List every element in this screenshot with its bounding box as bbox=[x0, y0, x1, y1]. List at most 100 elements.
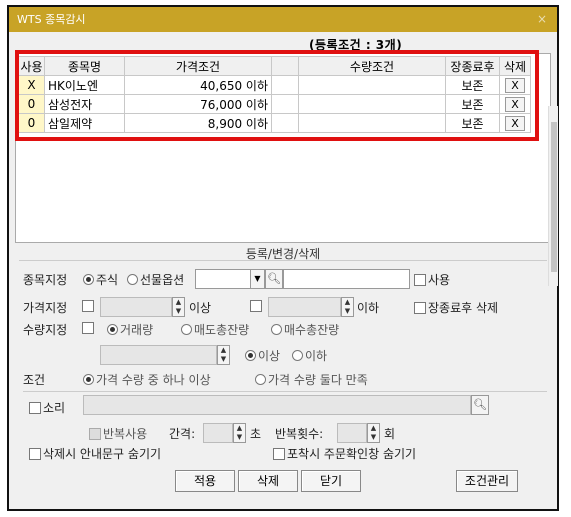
sound-file-field[interactable] bbox=[83, 395, 471, 415]
apply-button[interactable]: 적용 bbox=[175, 470, 235, 492]
search-icon[interactable]: 🔍︎ bbox=[265, 269, 283, 289]
interval-label: 간격: bbox=[169, 427, 196, 441]
radio-either-dot[interactable] bbox=[83, 374, 94, 385]
use-checkbox-label: 사용 bbox=[428, 273, 451, 287]
use-checkbox-box[interactable] bbox=[414, 274, 426, 286]
repeat-checkbox-box[interactable] bbox=[89, 428, 101, 440]
interval-stepper[interactable]: ▲ ▼ bbox=[233, 423, 246, 443]
repeat-checkbox[interactable]: 반복사용 bbox=[89, 425, 147, 442]
sound-checkbox-label: 소리 bbox=[43, 401, 66, 415]
row-use-flag[interactable]: 0 bbox=[18, 94, 45, 114]
radio-sell-total[interactable]: 매도총잔량 bbox=[181, 321, 249, 338]
row-after-close: 보존 bbox=[445, 113, 500, 133]
stock-code-combo[interactable]: ▼ bbox=[195, 269, 265, 289]
row-price-condition: 8,900 이하 bbox=[124, 113, 272, 133]
table-row[interactable]: 0 삼성전자 76,000 이하 보존 X bbox=[18, 94, 531, 114]
interval-field[interactable] bbox=[203, 423, 233, 443]
radio-stock-label: 주식 bbox=[96, 273, 119, 287]
row-delete-button[interactable]: X bbox=[505, 115, 525, 131]
price-below-checkbox[interactable] bbox=[250, 300, 262, 312]
repeat-count-stepper[interactable]: ▲ ▼ bbox=[367, 423, 380, 443]
sound-checkbox-box[interactable] bbox=[29, 402, 41, 414]
hide-delete-msg-box[interactable] bbox=[29, 448, 41, 460]
radio-qty-above-dot[interactable] bbox=[245, 350, 256, 361]
radio-both-condition[interactable]: 가격 수량 둘다 만족 bbox=[255, 371, 368, 388]
stock-name-field[interactable] bbox=[283, 269, 410, 289]
row-delete-button[interactable]: X bbox=[505, 77, 525, 93]
sound-checkbox[interactable]: 소리 bbox=[29, 399, 65, 416]
manage-conditions-button[interactable]: 조건관리 bbox=[456, 470, 518, 492]
above-label: 이상 bbox=[189, 301, 212, 315]
table-row[interactable]: X HK이노엔 40,650 이하 보존 X bbox=[18, 75, 531, 95]
grid-vertical-scrollbar[interactable] bbox=[548, 106, 558, 286]
row-delete-cell: X bbox=[499, 94, 531, 114]
row-delete-cell: X bbox=[499, 113, 531, 133]
close-icon[interactable]: × bbox=[537, 7, 547, 32]
after-close-delete-checkbox[interactable]: 장종료후 삭제 bbox=[414, 299, 498, 316]
title-bar: WTS 종목감시 × bbox=[9, 7, 557, 32]
radio-both-dot[interactable] bbox=[255, 374, 266, 385]
radio-volume[interactable]: 거래량 bbox=[107, 321, 153, 338]
price-select-label: 가격지정 bbox=[23, 301, 68, 315]
radio-buy-total[interactable]: 매수총잔량 bbox=[271, 321, 339, 338]
price-above-field[interactable] bbox=[100, 297, 172, 317]
row-delete-button[interactable]: X bbox=[505, 96, 525, 112]
hide-order-confirm-checkbox[interactable]: 포착시 주문확인창 숨기기 bbox=[273, 445, 416, 462]
row-blank bbox=[271, 75, 299, 95]
chevron-down-icon[interactable]: ▼ bbox=[250, 270, 264, 288]
row-blank bbox=[271, 113, 299, 133]
radio-futures-options[interactable]: 선물옵션 bbox=[127, 271, 184, 288]
header-after-close[interactable]: 장종료후 bbox=[445, 56, 500, 76]
row-after-close: 보존 bbox=[445, 94, 500, 114]
radio-buy-total-dot[interactable] bbox=[271, 324, 282, 335]
price-above-stepper[interactable]: ▲ ▼ bbox=[172, 297, 185, 317]
repeat-count-label: 반복횟수: bbox=[275, 427, 324, 441]
radio-qty-below-label: 이하 bbox=[305, 349, 328, 363]
radio-stock[interactable]: 주식 bbox=[83, 271, 118, 288]
radio-either-condition[interactable]: 가격 수량 중 하나 이상 bbox=[83, 371, 211, 388]
row-price-condition: 76,000 이하 bbox=[124, 94, 272, 114]
radio-qty-below[interactable]: 이하 bbox=[292, 347, 327, 364]
row-stock-name: 삼일제약 bbox=[44, 113, 125, 133]
qty-select-label: 수량지정 bbox=[23, 323, 68, 337]
row-use-flag[interactable]: X bbox=[18, 75, 45, 95]
grid-header-row: 사용 종목명 가격조건 수량조건 장종료후 삭제 bbox=[18, 56, 531, 76]
search-icon[interactable]: 🔍︎ bbox=[471, 395, 489, 415]
radio-qty-above[interactable]: 이상 bbox=[245, 347, 280, 364]
qty-checkbox[interactable] bbox=[82, 322, 94, 334]
row-use-flag[interactable]: 0 bbox=[18, 113, 45, 133]
qty-value-field[interactable] bbox=[100, 345, 217, 365]
radio-stock-dot[interactable] bbox=[83, 274, 94, 285]
radio-futures-dot[interactable] bbox=[127, 274, 138, 285]
section-title: 등록/변경/삭제 bbox=[19, 245, 547, 261]
hide-order-confirm-box[interactable] bbox=[273, 448, 285, 460]
price-below-field[interactable] bbox=[268, 297, 341, 317]
scrollbar-thumb[interactable] bbox=[551, 122, 557, 272]
delete-button[interactable]: 삭제 bbox=[238, 470, 298, 492]
hide-delete-msg-checkbox[interactable]: 삭제시 안내문구 숨기기 bbox=[29, 445, 161, 462]
price-below-stepper[interactable]: ▲ ▼ bbox=[341, 297, 354, 317]
radio-qty-below-dot[interactable] bbox=[292, 350, 303, 361]
header-stock-name[interactable]: 종목명 bbox=[44, 56, 125, 76]
use-checkbox[interactable]: 사용 bbox=[414, 271, 450, 288]
row-qty-condition bbox=[298, 94, 446, 114]
row-blank bbox=[271, 94, 299, 114]
repeat-count-field[interactable] bbox=[337, 423, 367, 443]
after-close-delete-box[interactable] bbox=[414, 302, 426, 314]
row-price-condition: 40,650 이하 bbox=[124, 75, 272, 95]
table-row[interactable]: 0 삼일제약 8,900 이하 보존 X bbox=[18, 113, 531, 133]
row-qty-condition bbox=[298, 75, 446, 95]
radio-volume-dot[interactable] bbox=[107, 324, 118, 335]
price-above-checkbox[interactable] bbox=[82, 300, 94, 312]
close-button[interactable]: 닫기 bbox=[301, 470, 361, 492]
stock-watch-window: WTS 종목감시 × (등록조건 : 3개) 사용 종목명 가격조건 수량조건 … bbox=[7, 5, 559, 511]
radio-either-label: 가격 수량 중 하나 이상 bbox=[96, 373, 211, 387]
header-delete[interactable]: 삭제 bbox=[499, 56, 531, 76]
qty-value-stepper[interactable]: ▲ ▼ bbox=[217, 345, 230, 365]
radio-sell-total-dot[interactable] bbox=[181, 324, 192, 335]
header-qty-condition[interactable]: 수량조건 bbox=[298, 56, 446, 76]
condition-grid: 사용 종목명 가격조건 수량조건 장종료후 삭제 X HK이노엔 40,650 … bbox=[18, 56, 531, 133]
header-price-condition[interactable]: 가격조건 bbox=[124, 56, 272, 76]
hide-order-confirm-label: 포착시 주문확인창 숨기기 bbox=[287, 447, 417, 461]
header-use[interactable]: 사용 bbox=[18, 56, 45, 76]
